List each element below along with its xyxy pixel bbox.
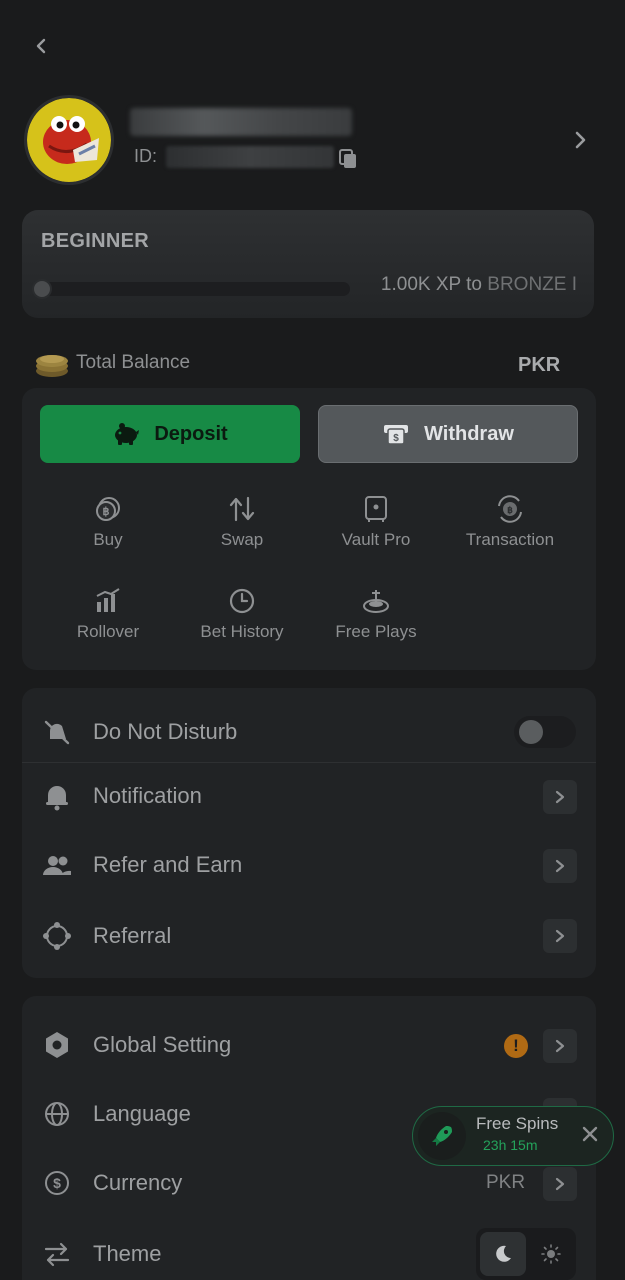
quick-action-transaction[interactable]: ฿ Transaction [445,494,575,550]
balance-currency[interactable]: PKR [518,354,560,377]
avatar[interactable] [24,95,114,185]
dinosaur-avatar-icon [27,98,111,182]
referral-chevron-button[interactable] [543,919,577,953]
quick-action-label: Free Plays [335,622,417,641]
referral-label: Referral [93,923,172,948]
coin-stack-icon [36,355,68,377]
promo-icon-wrap [418,1112,466,1160]
global-setting-label: Global Setting [93,1032,232,1057]
chevron-right-icon [555,859,565,873]
back-arrow-icon[interactable] [30,34,54,58]
chevron-right-icon [555,929,565,943]
bell-off-icon [44,720,70,745]
bell-icon [46,786,68,811]
chevron-right-icon[interactable] [568,128,592,152]
toggle-knob [519,720,543,744]
total-balance-label: Total Balance [76,352,191,373]
withdraw-label: Withdraw [424,422,514,445]
close-icon[interactable] [578,1122,602,1146]
level-title: BEGINNER [41,230,149,252]
xp-needed: 1.00K XP to [380,274,482,295]
refer-and-earn-label: Refer and Earn [93,852,243,877]
dollar-circle-icon: $ [45,1171,69,1195]
theme-light-option[interactable] [530,1232,572,1276]
globe-icon [45,1102,69,1126]
user-id-blurred [166,146,334,168]
currency-chevron-button[interactable] [543,1167,577,1201]
svg-text:฿: ฿ [103,506,110,518]
username-blurred [130,108,352,136]
promo-title: Free Spins [476,1114,559,1133]
do-not-disturb-label: Do Not Disturb [93,719,238,744]
quick-action-label: Transaction [465,530,555,549]
promo-timer: 23h 15m [483,1137,538,1153]
arrows-icon [44,1242,70,1267]
notification-label: Notification [93,783,202,808]
deposit-label: Deposit [154,422,228,445]
chevron-right-icon [555,1177,565,1191]
svg-text:$: $ [53,1175,61,1191]
xp-progress-knob [32,279,52,299]
chevron-right-icon [555,790,565,804]
transaction-icon: ฿ [498,495,522,523]
quick-action-swap[interactable]: Swap [177,494,307,550]
quick-action-label: Vault Pro [341,530,411,549]
sun-icon [541,1244,561,1264]
currency-label: Currency [93,1170,183,1195]
quick-action-label: Swap [220,530,264,549]
currency-value: PKR [486,1172,526,1193]
rollover-chart-icon [96,588,120,612]
piggy-bank-icon [115,423,140,445]
deposit-button[interactable]: Deposit [40,405,300,463]
withdraw-button[interactable]: $ Withdraw [318,405,578,463]
quick-action-label: Rollover [76,622,140,641]
quick-action-bet-history[interactable]: Bet History [177,586,307,642]
quick-action-rollover[interactable]: Rollover [43,586,173,642]
global-setting-chevron-button[interactable] [543,1029,577,1063]
refer-and-earn-chevron-button[interactable] [543,849,577,883]
quick-action-vault-pro[interactable]: Vault Pro [311,494,441,550]
vip-level-card[interactable] [22,210,594,318]
clock-icon [229,588,255,614]
quick-action-label: Bet History [200,622,284,641]
svg-text:฿: ฿ [507,505,513,515]
chevron-right-icon [555,1039,565,1053]
quick-action-buy[interactable]: ฿ Buy [43,494,173,550]
xp-progress-bar [34,282,350,296]
next-level-name: BRONZE I [487,274,577,295]
divider [22,762,596,763]
theme-dark-option[interactable] [480,1232,526,1276]
copy-icon[interactable] [338,148,358,170]
moon-icon [496,1245,511,1262]
language-label: Language [93,1101,191,1126]
xp-progress-text: 1.00K XP to BRONZE I [381,274,577,296]
users-icon [43,856,71,875]
quick-action-label: Buy [93,530,123,549]
bitcoin-coin-icon: ฿ [96,497,120,521]
user-id-label: ID: [134,146,158,166]
roulette-icon [363,590,389,613]
notification-chevron-button[interactable] [543,780,577,814]
withdraw-cash-icon: $ [384,425,409,445]
warning-badge: ! [504,1034,528,1058]
rocket-icon [432,1126,452,1146]
network-icon [43,922,71,950]
swap-arrows-icon [229,496,255,522]
vault-icon [365,496,387,522]
theme-label: Theme [93,1241,162,1266]
svg-text:$: $ [393,433,399,444]
hexagon-icon [46,1032,68,1058]
quick-action-free-plays[interactable]: Free Plays [311,586,441,642]
